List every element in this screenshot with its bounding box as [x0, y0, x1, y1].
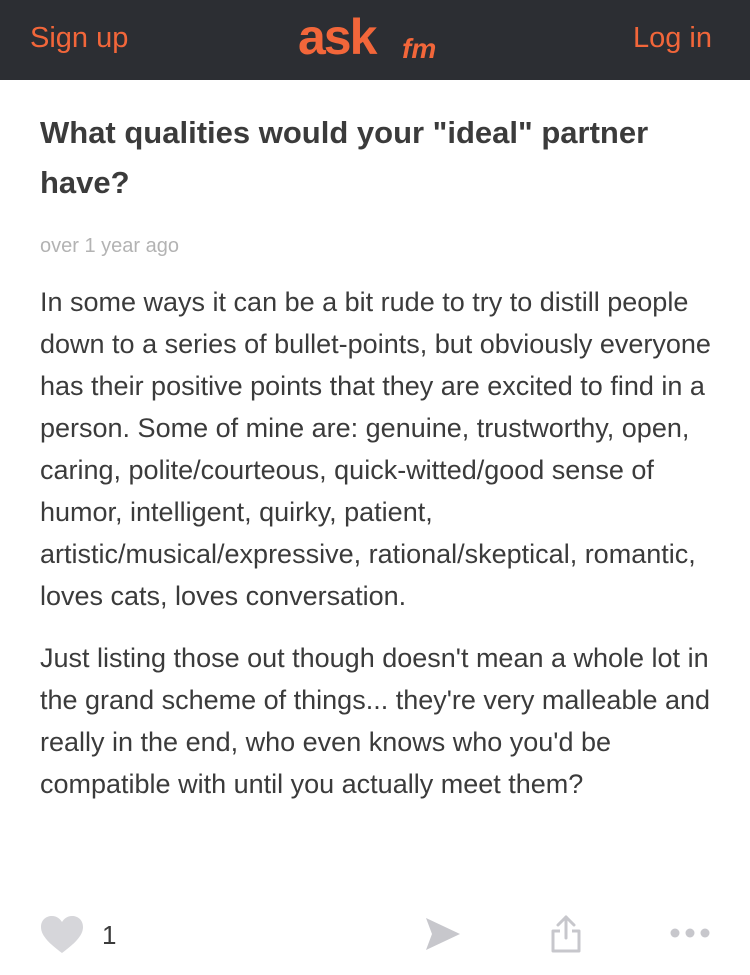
question-title: What qualities would your "ideal" partne…	[40, 115, 649, 200]
more-icon[interactable]	[668, 926, 712, 940]
post-actions: 1	[0, 908, 750, 968]
logo-suffix: fm	[402, 33, 436, 64]
log-in-link[interactable]: Log in	[633, 18, 712, 58]
logo-text: ask	[298, 9, 378, 65]
heart-icon[interactable]	[40, 915, 84, 955]
top-bar: Sign up ask fm Log in	[0, 0, 750, 80]
sign-up-link[interactable]: Sign up	[30, 18, 128, 58]
answer-paragraph: In some ways it can be a bit rude to try…	[40, 287, 711, 611]
askfm-logo[interactable]: ask fm	[296, 8, 446, 68]
share-icon[interactable]	[550, 914, 582, 954]
answer-paragraph: Just listing those out though doesn't me…	[40, 643, 711, 799]
answer-body: In some ways it can be a bit rude to try…	[40, 281, 720, 805]
like-count: 1	[102, 920, 117, 950]
post-timestamp: over 1 year ago	[40, 235, 179, 257]
send-icon[interactable]	[424, 916, 462, 952]
